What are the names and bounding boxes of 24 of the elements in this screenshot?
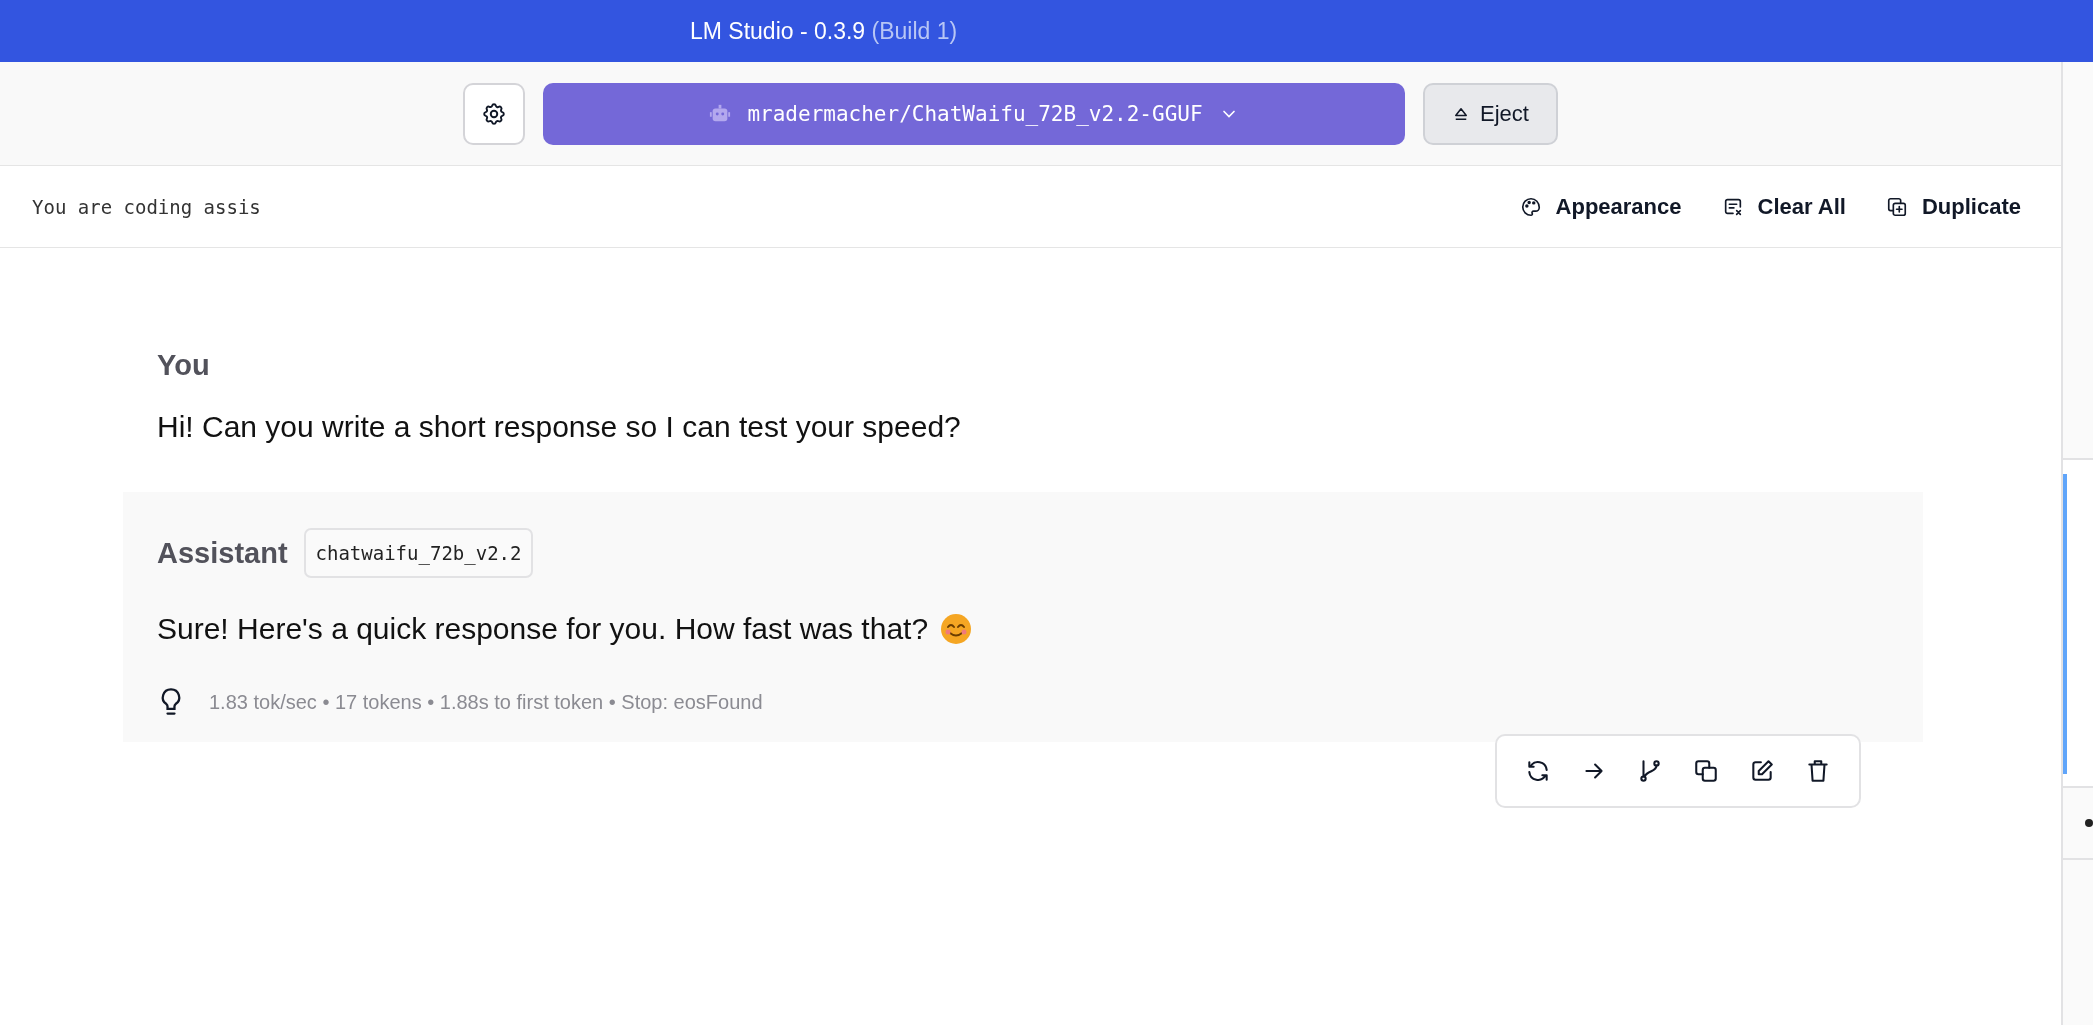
regenerate-icon bbox=[1525, 758, 1551, 784]
smiling-face-icon bbox=[940, 613, 973, 645]
window-title: LM Studio - 0.3.9 (Build 1) bbox=[690, 17, 958, 45]
model-selector[interactable]: mradermacher/ChatWaifu_72B_v2.2-GGUF bbox=[543, 82, 1405, 145]
sender-name: You bbox=[157, 348, 210, 382]
duplicate-button[interactable]: Duplicate bbox=[1885, 193, 2021, 220]
message-text: Hi! Can you write a short response so I can test your speed? bbox=[157, 410, 961, 444]
copy-icon bbox=[1693, 758, 1719, 784]
appearance-button[interactable]: Appearance bbox=[1519, 193, 1682, 220]
sender-name: Assistant bbox=[157, 536, 288, 570]
edge-icon bbox=[2085, 819, 2093, 827]
edit-icon bbox=[1749, 758, 1775, 784]
eject-button[interactable]: Eject bbox=[1423, 82, 1558, 145]
branch-icon bbox=[1637, 758, 1663, 784]
message-text: Sure! Here's a quick response for you. How fast was that? bbox=[157, 612, 929, 646]
clear-all-button[interactable]: Clear All bbox=[1721, 193, 1846, 220]
palette-icon bbox=[1519, 195, 1542, 218]
settings-button[interactable] bbox=[463, 82, 525, 145]
generation-stats: 1.83 tok/sec • 17 tokens • 1.88s to first token • Stop: eosFound bbox=[209, 690, 763, 714]
duplicate-icon bbox=[1885, 195, 1908, 218]
trash-icon bbox=[1805, 758, 1831, 784]
model-tag: chatwaifu_72b_v2.2 bbox=[303, 528, 534, 578]
system-prompt-preview[interactable]: You are coding assis bbox=[32, 195, 261, 218]
settings-icon bbox=[481, 100, 507, 127]
